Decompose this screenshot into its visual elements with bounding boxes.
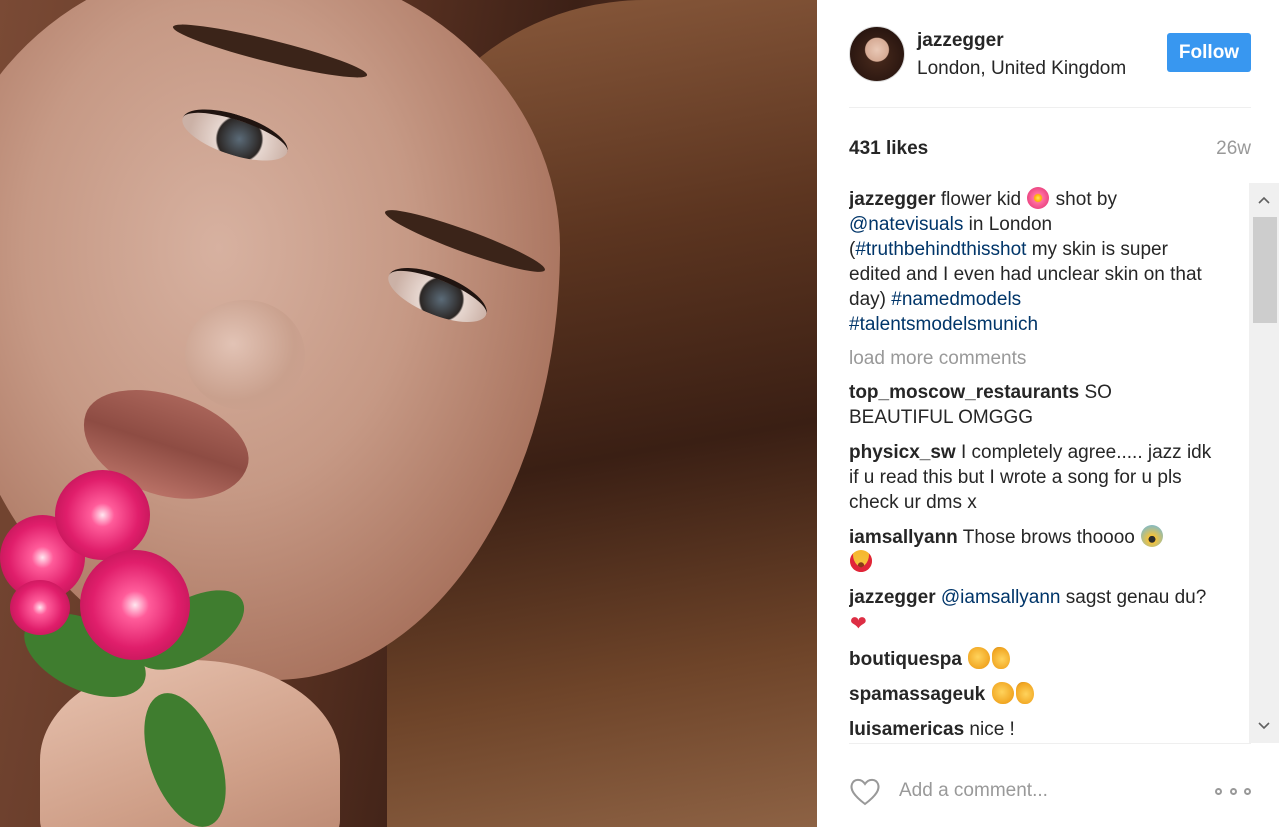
photo-flower [10,580,70,635]
clapping-hands-icon [968,647,991,669]
caption-text: shot by [1050,189,1117,210]
caption: jazzegger flower kid shot by @natevisual… [849,187,1215,337]
comment-username[interactable]: spamassageuk [849,684,985,705]
comment: boutiquespa [849,647,1215,672]
add-comment-input[interactable] [899,776,1199,806]
post-photo[interactable] [0,0,817,827]
post-view: jazzegger London, United Kingdom Follow … [0,0,1279,827]
hibiscus-icon [1027,187,1050,209]
mention-link[interactable]: @natevisuals [849,214,963,235]
more-options-icon[interactable] [1215,784,1251,798]
hashtag-link[interactable]: #namedmodels [891,289,1021,310]
hashtag-link[interactable]: #truthbehindthisshot [855,239,1026,260]
face-screaming-icon [1141,525,1164,547]
caption-username[interactable]: jazzegger [849,189,936,210]
comments-scroll-area[interactable]: jazzegger flower kid shot by @natevisual… [849,183,1279,743]
caption-text: flower kid [935,189,1027,210]
comment-text [962,649,967,670]
comment-text [985,684,990,705]
heart-eyes-icon [850,550,872,572]
comments-scrollbar[interactable] [1249,183,1279,743]
comments-list: jazzegger flower kid shot by @natevisual… [849,187,1215,743]
hashtag-link[interactable]: #talentsmodelsmunich [849,314,1038,335]
photo-flower [55,470,150,560]
load-more-comments-link[interactable]: load more comments [849,346,1215,371]
comment: iamsallyann Those brows thoooo [849,525,1215,575]
comment-text: sagst genau du? [1060,587,1207,608]
comment-username[interactable]: luisamericas [849,719,964,740]
username[interactable]: jazzegger [917,30,1004,52]
photo-nose [185,300,305,410]
comment: physicx_sw I completely agree..... jazz … [849,440,1215,515]
comment-text: Those brows thoooo [957,527,1141,548]
comment-username[interactable]: physicx_sw [849,442,956,463]
comment-footer [849,743,1251,827]
comment: top_moscow_restaurants SO BEAUTIFUL OMGG… [849,380,1215,430]
follow-button[interactable]: Follow [1167,33,1251,72]
post-header: jazzegger London, United Kingdom Follow [849,20,1251,108]
comment: spamassageuk [849,682,1215,707]
post-details-panel: jazzegger London, United Kingdom Follow … [817,0,1279,827]
photo-flower [80,550,190,660]
scroll-up-icon[interactable] [1249,183,1279,217]
ok-hand-icon [992,647,1011,669]
comment-username[interactable]: jazzegger [849,587,936,608]
scroll-down-icon[interactable] [1249,709,1279,743]
likes-count[interactable]: 431 likes [849,138,928,160]
comment-username[interactable]: top_moscow_restaurants [849,382,1079,403]
clapping-hands-icon [991,682,1014,704]
ok-hand-icon [1015,682,1034,704]
comment: jazzegger @iamsallyann sagst genau du? ❤ [849,585,1215,637]
scrollbar-thumb[interactable] [1253,217,1277,323]
avatar[interactable] [849,26,905,82]
like-heart-icon[interactable] [849,777,881,807]
comment-username[interactable]: iamsallyann [849,527,958,548]
comment: luisamericas nice ! [849,717,1215,742]
location[interactable]: London, United Kingdom [917,58,1126,80]
comment-text: nice ! [964,719,1015,740]
post-time[interactable]: 26w [1216,138,1251,160]
red-heart-icon: ❤ [850,613,867,635]
comment-username[interactable]: boutiquespa [849,649,962,670]
mention-link[interactable]: @iamsallyann [941,587,1061,608]
